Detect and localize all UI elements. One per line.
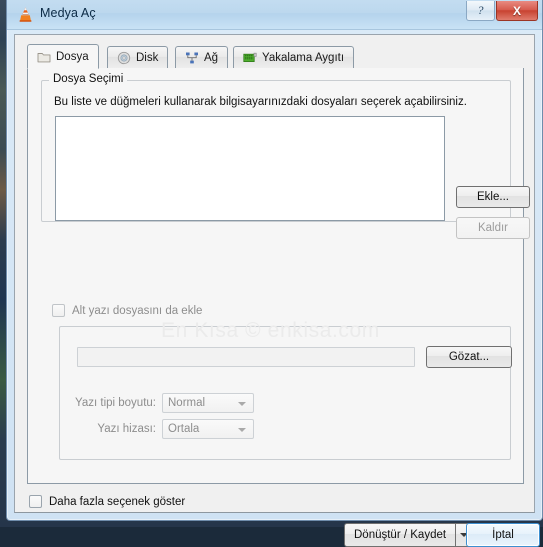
capture-card-icon (243, 51, 257, 65)
disc-icon (117, 51, 131, 65)
browse-subtitle-button[interactable]: Gözat... (426, 346, 512, 368)
file-selection-group-title: Dosya Seçimi (49, 73, 128, 85)
use-subtitle-file-label: Alt yazı dosyasını da ekle (72, 304, 203, 317)
tab-ag[interactable]: Ağ (175, 46, 229, 69)
text-alignment-value: Ortala (168, 423, 200, 435)
text-alignment-select[interactable]: Ortala (162, 419, 254, 439)
help-button[interactable]: ? (466, 1, 495, 21)
cancel-label: İptal (492, 529, 514, 541)
checkbox-box (52, 304, 65, 317)
tab-dosya[interactable]: Dosya (27, 44, 99, 69)
open-media-window: Medya Aç ? X Dosya Disk Ağ Yakalama Aygı… (6, 0, 543, 547)
remove-file-label: Kaldır (477, 222, 509, 234)
dialog-body: Dosya Disk Ağ Yakalama Aygıtı Dosya Seçi… (14, 34, 540, 547)
remove-file-button[interactable]: Kaldır (456, 217, 530, 239)
font-size-label: Yazı tipi boyutu: (75, 397, 156, 409)
file-selection-help-text: Bu liste ve düğmeleri kullanarak bilgisa… (54, 96, 467, 108)
tab-label: Dosya (56, 50, 89, 63)
folder-icon (37, 50, 51, 64)
network-icon (185, 51, 199, 65)
vlc-cone-icon (17, 6, 34, 23)
add-file-button[interactable]: Ekle... (456, 186, 530, 208)
file-list[interactable] (55, 116, 445, 221)
show-more-options-label: Daha fazla seçenek göster (49, 495, 186, 508)
use-subtitle-file-checkbox[interactable]: Alt yazı dosyasını da ekle (52, 304, 202, 317)
tab-label: Disk (136, 52, 159, 64)
help-label: ? (477, 3, 484, 17)
font-size-select[interactable]: Normal (162, 393, 254, 413)
chevron-down-icon (238, 428, 246, 432)
browse-subtitle-label: Gözat... (448, 351, 490, 363)
title-bar[interactable]: Medya Aç ? X (7, 0, 542, 30)
close-icon: X (512, 3, 521, 18)
window-title: Medya Aç (40, 6, 96, 20)
checkbox-box (29, 495, 42, 508)
font-size-value: Normal (168, 397, 206, 409)
text-alignment-label: Yazı hizası: (97, 423, 156, 435)
subtitle-path-input[interactable] (77, 347, 415, 367)
tab-disk[interactable]: Disk (107, 46, 169, 69)
add-file-label: Ekle... (477, 191, 509, 203)
close-button[interactable]: X (496, 1, 538, 21)
tab-label: Yakalama Aygıtı (262, 52, 345, 64)
tab-label: Ağ (204, 52, 219, 64)
tab-bar: Dosya Disk Ağ Yakalama Aygıtı (27, 44, 524, 69)
chevron-down-icon (238, 402, 246, 406)
convert-save-label: Dönüştür / Kaydet (354, 529, 447, 541)
tab-page-dosya: Dosya Seçimi Bu liste ve düğmeleri kulla… (27, 68, 530, 484)
tab-yakalama-aygiti[interactable]: Yakalama Aygıtı (233, 46, 355, 69)
show-more-options-checkbox[interactable]: Daha fazla seçenek göster (29, 495, 185, 508)
